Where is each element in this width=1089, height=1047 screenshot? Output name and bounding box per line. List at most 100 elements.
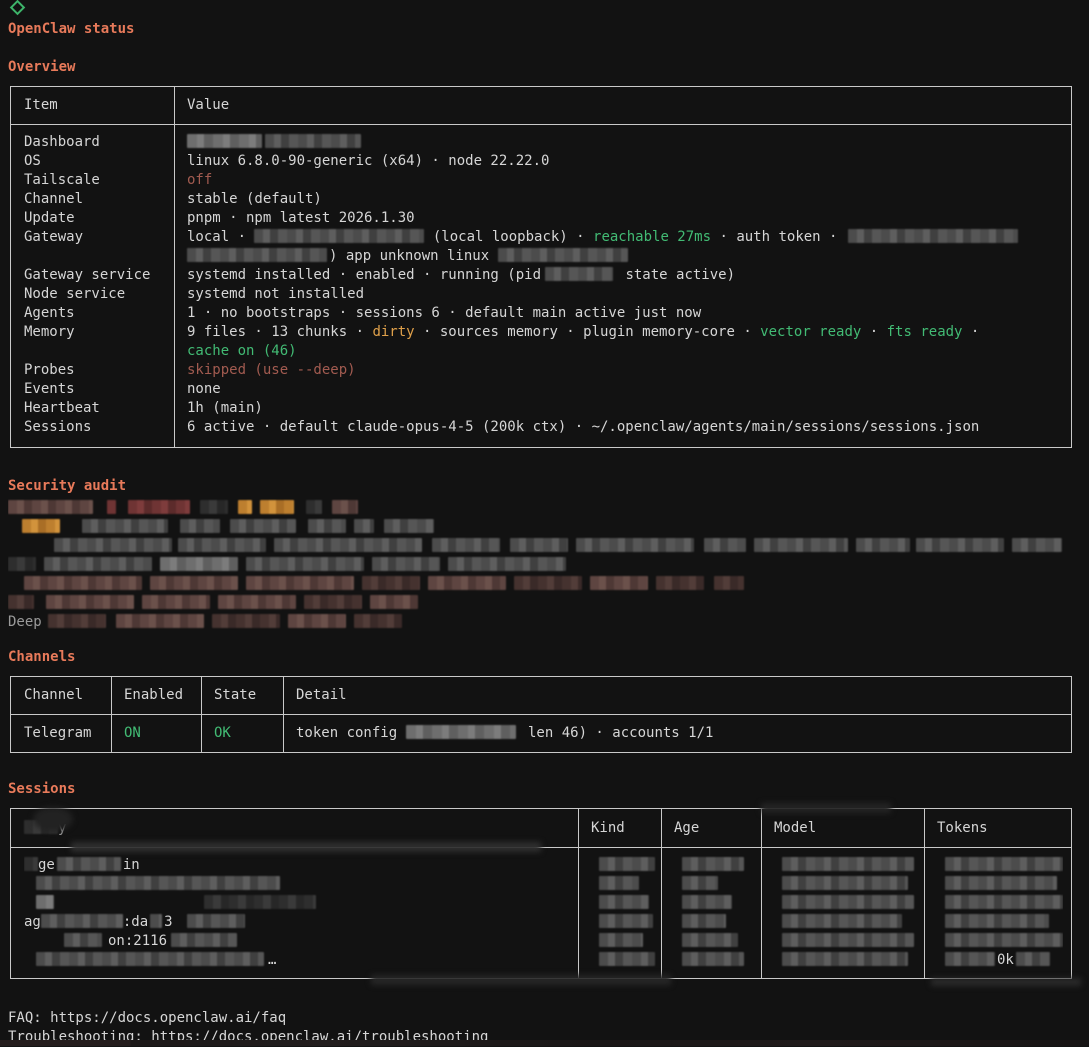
item-cell: OS (11, 152, 174, 171)
redacted-block (150, 914, 162, 928)
table-row: Heartbeat1h (main) (11, 399, 1071, 418)
redacted-line (674, 932, 761, 951)
text-segment: cache on (46) (187, 343, 297, 359)
channels-table-body: TelegramONOKtoken config len 46) · accou… (11, 715, 1071, 752)
redacted-block (384, 519, 434, 533)
redacted-block (64, 933, 102, 947)
redacted-line (8, 575, 1089, 594)
item-cell: Tailscale (11, 171, 174, 190)
redacted-block (246, 557, 364, 571)
redacted-line (24, 875, 578, 894)
overview-table-body: DashboardOSlinux 6.8.0-90-generic (x64) … (11, 125, 1071, 447)
text-segment: · (861, 324, 886, 340)
redacted-block (200, 500, 228, 514)
redacted-line (591, 913, 661, 932)
redacted-block (160, 557, 238, 571)
text-segment: · auth token · (711, 229, 846, 245)
text-segment: :da (123, 914, 148, 930)
redacted-line (8, 518, 1089, 537)
redacted-block (599, 876, 639, 890)
table-row: Memory9 files · 13 chunks · dirty · sour… (11, 323, 1071, 361)
sessions-table: yKindAgeModelTokens geinag:da3on:2116…0k (10, 808, 1072, 979)
redacted-line (591, 894, 661, 913)
session-cell: geinag:da3on:2116… (11, 856, 578, 970)
redacted-block (945, 857, 1063, 871)
table-divider (661, 809, 662, 978)
redacted-line (674, 913, 761, 932)
redacted-block (782, 876, 908, 890)
redacted-line (937, 875, 1063, 894)
redacted-line (937, 932, 1063, 951)
text-segment: ag (24, 914, 41, 930)
redacted-block (212, 614, 280, 628)
item-cell: Events (11, 380, 174, 399)
redacted-block (428, 576, 506, 590)
redacted-block (599, 952, 655, 966)
channel-cell: token config len 46) · accounts 1/1 (283, 724, 1071, 743)
text-segment: Model (774, 820, 816, 836)
text-segment: skipped (use --deep) (187, 362, 356, 378)
redacted-line (591, 856, 661, 875)
text-segment: · sources memory · plugin memory-core · (415, 324, 761, 340)
redacted-block (142, 595, 210, 609)
overview-heading: Overview (8, 58, 1089, 77)
redacted-line (937, 894, 1063, 913)
redacted-block (362, 576, 420, 590)
redacted-block (54, 538, 172, 552)
table-row: OSlinux 6.8.0-90-generic (x64) · node 22… (11, 152, 1071, 171)
redacted-block (354, 614, 402, 628)
table-row: Dashboard (11, 133, 1071, 152)
redacted-block (116, 614, 204, 628)
table-divider (761, 809, 762, 978)
redacted-block (370, 595, 418, 609)
text-segment: … (268, 952, 276, 968)
redacted-block (704, 538, 746, 552)
redacted-block (260, 500, 294, 514)
table-divider (174, 87, 175, 447)
column-header: Item (11, 96, 174, 115)
table-divider (111, 677, 112, 752)
redacted-line (674, 856, 761, 875)
redacted-block (36, 952, 264, 966)
text-segment: 0k (997, 952, 1014, 968)
table-divider (201, 677, 202, 752)
redacted-block (432, 538, 500, 552)
redacted-line (8, 594, 1089, 613)
table-divider (283, 677, 284, 752)
item-cell: Update (11, 209, 174, 228)
column-header: Channel (11, 686, 111, 705)
redacted-block (754, 538, 848, 552)
column-header: y (11, 819, 578, 838)
redacted-block (82, 519, 168, 533)
column-header: Tokens (924, 819, 1071, 838)
redacted-line (774, 932, 924, 951)
session-cell (761, 856, 924, 970)
redacted-line (774, 856, 924, 875)
redacted-line (591, 875, 661, 894)
redacted-block (916, 538, 1004, 552)
item-cell: Memory (11, 323, 174, 361)
redacted-block (682, 857, 744, 871)
text-segment: fts ready (887, 324, 963, 340)
value-cell: off (174, 171, 1071, 190)
sessions-table-header: yKindAgeModelTokens (11, 809, 1071, 848)
item-cell: Dashboard (11, 133, 174, 152)
redacted-block (180, 519, 220, 533)
text-segment: Tokens (937, 820, 988, 836)
sessions-table-body: geinag:da3on:2116…0k (11, 848, 1071, 978)
text-segment: pnpm · npm latest 2026.1.30 (187, 210, 415, 226)
redacted-line (674, 951, 761, 970)
redacted-block (498, 248, 628, 262)
redaction-smudge (931, 978, 1081, 986)
redacted-block (265, 134, 361, 148)
text-segment: on:2116 (108, 933, 167, 949)
redacted-line: ag:da3 (24, 913, 578, 932)
item-cell: Sessions (11, 418, 174, 437)
text-segment: 1 · no bootstraps · sessions 6 · default… (187, 305, 701, 321)
redacted-block (171, 933, 237, 947)
table-row: Agents1 · no bootstraps · sessions 6 · d… (11, 304, 1071, 323)
text-segment: y (58, 820, 66, 836)
redacted-block (1016, 952, 1050, 966)
redacted-block (150, 576, 238, 590)
text-segment: 6 active · default claude-opus-4-5 (200k… (187, 419, 979, 435)
